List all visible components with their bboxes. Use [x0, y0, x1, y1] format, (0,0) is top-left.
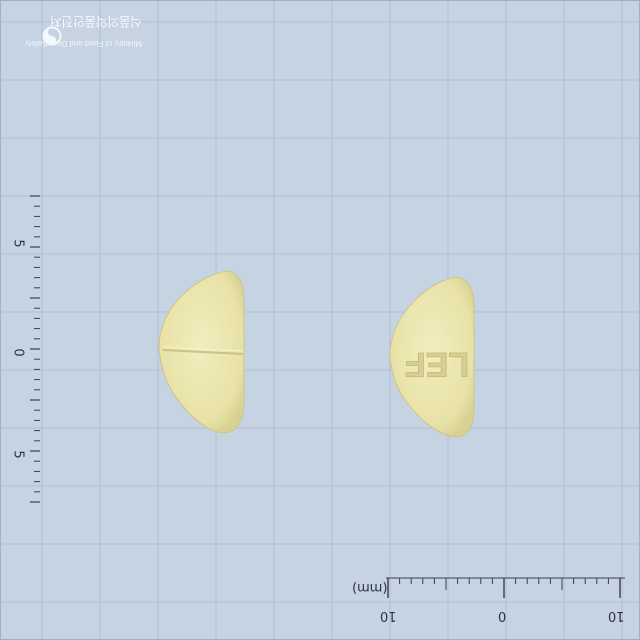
mfds-emblem-icon [42, 26, 62, 46]
logo-org-korean: 식품의약품안전처 [50, 14, 142, 29]
vertical-tick-label-top: 5 [10, 239, 26, 248]
ruler [30, 195, 625, 598]
mfds-logo: 식품의약품안전처 Ministry of Food and Drug Safet… [25, 14, 144, 54]
ruler-unit-label: (mm) [352, 580, 388, 595]
horizontal-tick-label-zero: 0 [498, 608, 507, 623]
horizontal-tick-label-left: 10 [380, 608, 397, 623]
vertical-tick-label-zero: 0 [10, 348, 26, 357]
horizontal-tick-label-right: 10 [608, 608, 625, 623]
vertical-tick-label-bottom: 5 [10, 450, 26, 459]
pill-photo: LEF 5 0 5 (mm) 10 0 10 식품의약품안전처 Ministry… [0, 0, 640, 640]
